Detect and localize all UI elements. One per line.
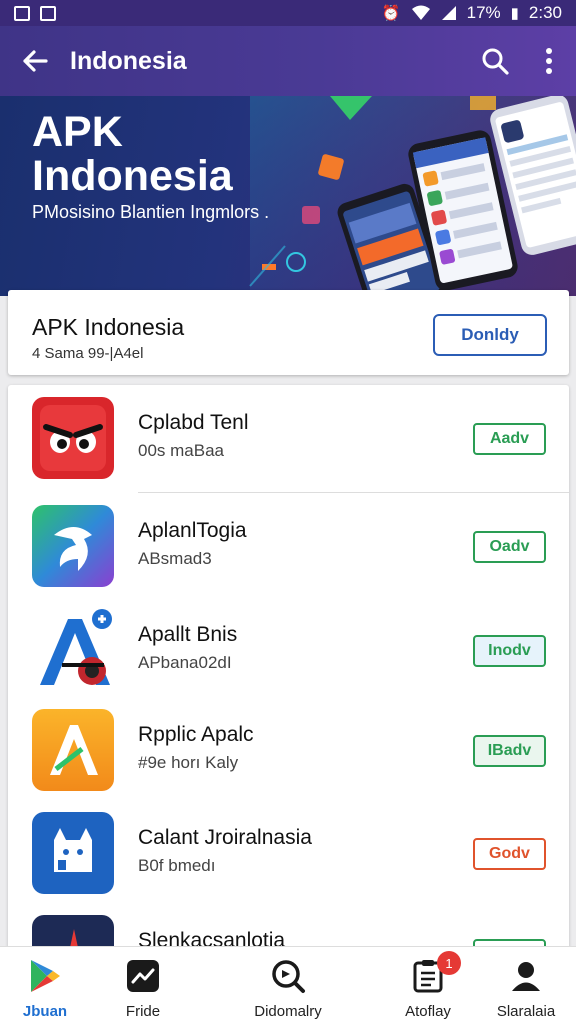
nav-label: Fride (125, 1003, 161, 1020)
bottom-nav: Jbuan Fride Didomalry 1 Atoflay Slaralai… (0, 946, 576, 1024)
app-name: Rpplic Apalc (138, 723, 254, 746)
gallery-icon (40, 5, 56, 21)
nav-item-discover[interactable]: Didomalry (238, 947, 338, 1024)
library-icon: 1 (409, 951, 461, 995)
battery-text: 17% (466, 3, 501, 22)
app-subtitle: APbana02dI (138, 653, 232, 672)
trending-icon (124, 957, 162, 995)
app-subtitle: #9e horı Kaly (138, 753, 239, 772)
feature-meta: 4 Sama 99-|A4el (32, 345, 144, 362)
app-subtitle: ABsmad3 (138, 549, 212, 568)
play-store-icon (26, 957, 64, 995)
status-right: ⏰ 17% ▮ 2:30 (382, 3, 562, 23)
letter-a-app-icon (32, 609, 114, 691)
wifi-icon (411, 5, 430, 20)
image-icon (14, 5, 30, 21)
install-button[interactable]: Aadv (473, 423, 546, 455)
app-subtitle: 00s maBaa (138, 441, 224, 460)
list-item[interactable]: AplanlTogia ABsmad3 Oadv (8, 493, 569, 597)
signal-icon (441, 6, 456, 20)
orange-a-app-icon (32, 709, 114, 791)
search-button[interactable] (468, 26, 522, 96)
install-button[interactable]: IBadv (473, 735, 546, 767)
app-name: AplanlTogia (138, 519, 247, 542)
install-button[interactable]: Oadv (473, 531, 546, 563)
back-button[interactable] (0, 26, 70, 96)
install-button[interactable]: Godv (473, 838, 546, 870)
arrow-left-icon (23, 50, 48, 72)
nav-item-profile[interactable]: Slaralaia (486, 947, 566, 1024)
banner-subtitle: PMosisino Blantien Ingmlors . (32, 202, 270, 222)
list-item[interactable]: Apallt Bnis APbana02dI Inodv (8, 597, 569, 701)
notification-badge: 1 (437, 951, 461, 975)
list-item[interactable]: Rpplic Apalc #9e horı Kaly IBadv (8, 697, 569, 801)
nav-item-trending[interactable]: Fride (108, 947, 178, 1024)
hero-banner[interactable]: APK Indonesia PMosisino Blantien Ingmlor… (0, 96, 576, 296)
nav-item-home[interactable]: Jbuan (10, 947, 80, 1024)
nav-label: Atoflay (405, 1003, 451, 1020)
alarm-icon: ⏰ (381, 4, 401, 22)
app-subtitle: B0f bmedı (138, 856, 216, 875)
profile-icon (507, 957, 545, 995)
list-item[interactable]: Calant Jroiralnasia B0f bmedı Godv (8, 800, 569, 904)
page: ⏰ 17% ▮ 2:30 Indonesia APK Indonesia PMo… (0, 0, 576, 1024)
more-button[interactable] (522, 26, 576, 96)
cat-app-icon (32, 812, 114, 894)
feature-title: APK Indonesia (32, 314, 185, 340)
battery-icon: ▮ (510, 4, 519, 22)
app-name: Cplabd Tenl (138, 411, 249, 434)
feature-card[interactable]: APK Indonesia 4 Sama 99-|A4el Donldy (8, 290, 569, 375)
install-button[interactable]: Inodv (473, 635, 546, 667)
page-title: Indonesia (70, 46, 187, 75)
nav-label: Jbuan (22, 1003, 68, 1020)
nav-item-library[interactable]: 1 Atoflay (388, 947, 468, 1024)
app-name: Apallt Bnis (138, 623, 238, 646)
download-button[interactable]: Donldy (433, 314, 547, 356)
banner-title: APK Indonesia (32, 108, 233, 200)
nav-label: Didomalry (254, 1003, 322, 1020)
discover-icon (269, 957, 307, 995)
angry-bird-app-icon (32, 397, 114, 479)
share-arrow-app-icon (32, 505, 114, 587)
app-bar: Indonesia (0, 26, 576, 96)
list-item[interactable]: Cplabd Tenl 00s maBaa Aadv (8, 385, 569, 493)
status-left (14, 5, 56, 21)
nav-label: Slaralaia (496, 1003, 556, 1020)
more-vert-icon (546, 48, 552, 74)
clock: 2:30 (528, 3, 562, 22)
status-bar: ⏰ 17% ▮ 2:30 (0, 0, 576, 26)
app-name: Calant Jroiralnasia (138, 826, 312, 849)
app-list: Cplabd Tenl 00s maBaa Aadv AplanlTogia A… (8, 385, 569, 965)
search-icon (482, 48, 509, 75)
